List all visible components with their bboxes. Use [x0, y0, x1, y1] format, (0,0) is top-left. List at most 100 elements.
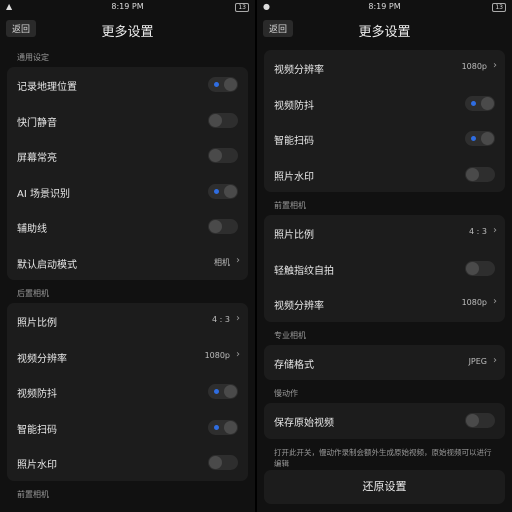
toggle-switch[interactable]	[208, 455, 238, 470]
section-header: 后置相机	[17, 289, 49, 298]
toggle-on-indicator	[471, 100, 476, 106]
settings-row[interactable]: 照片比例 4 : 3 ›	[264, 215, 505, 251]
toggle-switch[interactable]	[465, 260, 495, 276]
settings-row-label: 默认启动模式	[17, 259, 77, 271]
toggle-knob	[224, 184, 237, 198]
toggle-switch[interactable]	[208, 183, 238, 199]
settings-row-label: 记录地理位置	[17, 82, 77, 93]
settings-row[interactable]: 智能扫码	[7, 410, 248, 446]
settings-row-label: 视频分辨率	[274, 301, 324, 312]
settings-row[interactable]: 照片水印	[264, 157, 505, 193]
toggle-switch[interactable]	[208, 148, 238, 163]
toggle-knob	[466, 167, 479, 181]
status-bar: ▲ 8:19 PM 13	[0, 0, 255, 14]
settings-row-value: 相机	[214, 257, 230, 267]
settings-row-label: 智能扫码	[274, 136, 314, 147]
toggle-knob	[224, 420, 237, 434]
toggle-switch[interactable]	[208, 112, 238, 128]
toggle-knob	[209, 149, 222, 162]
section-header: 前置相机	[274, 201, 306, 210]
settings-row-value: JPEG	[468, 356, 487, 366]
section-header: 慢动作	[274, 389, 298, 398]
settings-card: 记录地理位置 快门静音屏幕常亮 AI 场景识别辅助线默认启动模式 相机 ›	[7, 67, 248, 280]
settings-row[interactable]: 视频分辨率 1080p ›	[264, 50, 505, 86]
chevron-right-icon: ›	[493, 296, 497, 307]
toggle-switch[interactable]	[208, 77, 238, 92]
toggle-knob	[481, 96, 494, 110]
page-title: 更多设置	[101, 25, 154, 40]
toggle-switch[interactable]	[465, 413, 495, 428]
settings-list: 视频分辨率 1080p › 视频防抖智能扫码照片水印前置相机照片比例 4 : 3 › 轻触指…	[257, 44, 512, 439]
toggle-knob	[209, 456, 222, 469]
toggle-knob	[224, 78, 237, 91]
settings-row-value: 4 : 3	[212, 315, 230, 324]
settings-row[interactable]: 屏幕常亮	[7, 138, 248, 174]
settings-row-label: 视频分辨率	[17, 353, 67, 365]
settings-row[interactable]: 视频防抖	[264, 86, 505, 122]
chevron-right-icon: ›	[493, 60, 497, 71]
settings-card: 视频分辨率 1080p › 视频防抖智能扫码照片水印	[264, 50, 505, 192]
settings-row-label: 存储格式	[274, 359, 314, 371]
chevron-right-icon: ›	[236, 348, 240, 360]
toggle-switch[interactable]	[465, 166, 495, 182]
settings-card: 照片比例 4 : 3 › 视频分辨率 1080p › 视频防抖 智能扫码 照片水印	[7, 303, 248, 481]
settings-row[interactable]: 视频防抖	[7, 374, 248, 410]
chevron-right-icon: ›	[493, 225, 497, 236]
left-screen: ▲ 8:19 PM 13 返回 更多设置 通用设定 记录地理位置 快门静音 屏幕常亮 A…	[0, 0, 255, 512]
settings-row-label: 照片水印	[17, 460, 57, 471]
toggle-knob	[224, 385, 237, 398]
toggle-switch[interactable]	[208, 419, 238, 435]
battery-icon: 13	[235, 3, 249, 12]
toggle-switch[interactable]	[208, 384, 238, 399]
settings-row-label: 照片比例	[274, 230, 314, 241]
restore-settings-button[interactable]: 还原设置	[264, 470, 505, 504]
settings-row-label: 轻触指纹自拍	[274, 265, 334, 277]
settings-row[interactable]: 轻触指纹自拍	[264, 251, 505, 287]
settings-row[interactable]: 视频分辨率 1080p ›	[264, 286, 505, 322]
settings-row[interactable]: 照片水印	[7, 445, 248, 481]
page-title: 更多设置	[358, 25, 411, 40]
settings-row-label: 智能扫码	[17, 424, 57, 436]
settings-row[interactable]: 存储格式 JPEG ›	[264, 345, 505, 381]
settings-row-label: 保存原始视频	[274, 418, 334, 429]
settings-row[interactable]: 照片比例 4 : 3 ›	[7, 303, 248, 339]
toggle-knob	[466, 414, 479, 427]
settings-row[interactable]: 视频分辨率 1080p ›	[7, 339, 248, 375]
settings-row-value: 1080p	[204, 350, 230, 360]
toggle-knob	[209, 220, 222, 233]
toggle-on-indicator	[214, 188, 219, 194]
settings-row-value: 1080p	[461, 62, 487, 71]
settings-row-value: 1080p	[461, 298, 487, 307]
settings-row-label: 快门静音	[17, 117, 57, 129]
settings-row[interactable]: 默认启动模式 相机 ›	[7, 245, 248, 281]
settings-row[interactable]: 记录地理位置	[7, 67, 248, 103]
settings-row[interactable]: AI 场景识别	[7, 174, 248, 210]
settings-row[interactable]: 智能扫码	[264, 121, 505, 157]
section-header: 专业相机	[274, 330, 306, 340]
toggle-on-indicator	[471, 136, 476, 141]
settings-list: 通用设定 记录地理位置 快门静音 屏幕常亮 AI 场景识别 辅助线 默认启动模式 相机 › 后置相…	[0, 44, 255, 504]
settings-card: 保存原始视频	[264, 403, 505, 439]
toggle-switch[interactable]	[208, 219, 238, 234]
settings-row-label: 视频防抖	[17, 389, 57, 400]
battery-icon: 13	[492, 3, 506, 12]
settings-row[interactable]: 快门静音	[7, 103, 248, 139]
chevron-right-icon: ›	[493, 354, 497, 366]
settings-card: 照片比例 4 : 3 › 轻触指纹自拍 视频分辨率 1080p ›	[264, 215, 505, 322]
status-bar: ● 8:19 PM 13	[257, 0, 512, 14]
toggle-knob	[209, 113, 222, 127]
toggle-switch[interactable]	[465, 131, 495, 146]
status-time: 8:19 PM	[111, 2, 144, 11]
settings-row-label: 视频分辨率	[274, 65, 324, 76]
settings-row[interactable]: 保存原始视频	[264, 403, 505, 439]
chevron-right-icon: ›	[236, 254, 240, 266]
settings-card: 存储格式 JPEG ›	[264, 344, 505, 381]
settings-row[interactable]: 辅助线	[7, 209, 248, 245]
right-screen: ● 8:19 PM 13 返回 更多设置 视频分辨率 1080p › 视频防抖智能扫码…	[257, 0, 512, 512]
toggle-switch[interactable]	[465, 95, 495, 111]
nav-bar: 返回 更多设置	[257, 14, 512, 44]
settings-row-label: 屏幕常亮	[17, 153, 57, 164]
slow-motion-hint: 打开此开关，慢动作录制会额外生成原始视频，原始视频可以进行编辑	[274, 447, 492, 468]
chevron-right-icon: ›	[236, 313, 240, 324]
settings-row-label: AI 场景识别	[17, 188, 70, 200]
